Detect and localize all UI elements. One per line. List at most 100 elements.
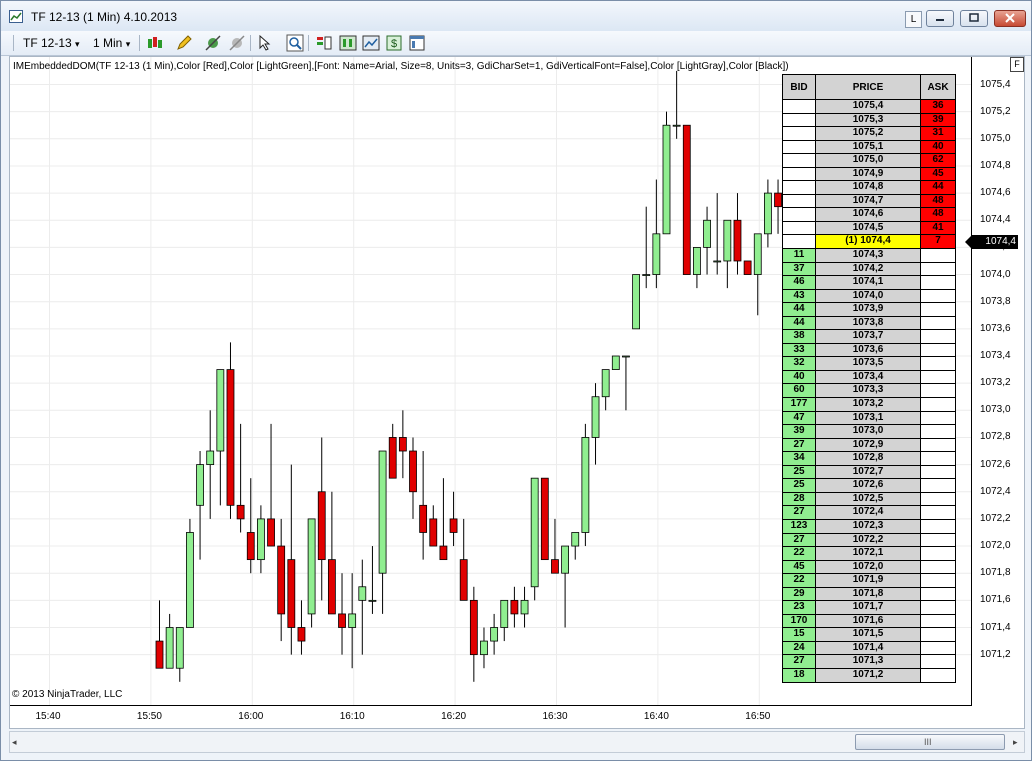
dom-ask-cell[interactable]	[921, 601, 956, 615]
dom-row[interactable]: 46 1074,1	[782, 276, 956, 290]
dom-row[interactable]: 34 1072,8	[782, 452, 956, 466]
dom-price-cell[interactable]: 1072,0	[816, 560, 921, 575]
dom-price-cell[interactable]: 1072,8	[816, 452, 921, 466]
dom-bid-cell[interactable]: 33	[782, 343, 816, 358]
dom-ask-cell[interactable]	[921, 655, 956, 669]
dom-ask-cell[interactable]	[921, 560, 956, 575]
dom-price-cell[interactable]: 1073,9	[816, 303, 921, 317]
dom-row[interactable]: 44 1073,8	[782, 316, 956, 331]
dom-bid-cell[interactable]: 37	[782, 262, 816, 277]
dom-ask-cell[interactable]	[921, 452, 956, 466]
dom-ask-cell[interactable]: 41	[921, 221, 956, 236]
dom-bid-cell[interactable]: 44	[782, 303, 816, 317]
dom-bid-cell[interactable]: 32	[782, 357, 816, 371]
dom-price-cell[interactable]: 1074,5	[816, 221, 921, 236]
dom-ask-cell[interactable]	[921, 289, 956, 304]
dom-bid-cell[interactable]	[782, 181, 816, 195]
dom-row[interactable]: 15 1071,5	[782, 628, 956, 642]
dom-price-cell[interactable]: 1072,4	[816, 506, 921, 520]
minimize-button[interactable]	[926, 10, 954, 27]
horizontal-scrollbar[interactable]: ◂ III ▸	[9, 731, 1025, 753]
dom-row[interactable]: 27 1071,3	[782, 655, 956, 669]
dom-ask-cell[interactable]	[921, 641, 956, 656]
dom-bid-cell[interactable]	[782, 127, 816, 141]
dom-bid-cell[interactable]: 47	[782, 411, 816, 426]
dom-row[interactable]: 38 1073,7	[782, 330, 956, 344]
dom-bid-cell[interactable]: 170	[782, 614, 816, 629]
dom-ask-cell[interactable]	[921, 425, 956, 439]
dom-ask-cell[interactable]	[921, 303, 956, 317]
dom-bid-cell[interactable]: 25	[782, 465, 816, 480]
instrument-selector[interactable]: TF 12-13 ▾	[23, 34, 80, 52]
dom-price-cell[interactable]: 1075,0	[816, 154, 921, 168]
dom-ask-cell[interactable]	[921, 370, 956, 385]
dom-ask-cell[interactable]: 44	[921, 181, 956, 195]
dom-ask-cell[interactable]	[921, 465, 956, 480]
dom-price-cell[interactable]: 1072,2	[816, 533, 921, 548]
dom-price-cell[interactable]: 1072,1	[816, 547, 921, 561]
dom-ask-cell[interactable]: 39	[921, 113, 956, 128]
chart-trader-icon[interactable]	[315, 34, 333, 52]
dom-bid-cell[interactable]: 22	[782, 547, 816, 561]
dom-ask-cell[interactable]	[921, 330, 956, 344]
dom-price-cell[interactable]: 1073,0	[816, 425, 921, 439]
chart-style-icon[interactable]	[362, 34, 380, 52]
dom-row[interactable]: 1074,6 48	[782, 208, 956, 222]
dom-bid-cell[interactable]: 24	[782, 641, 816, 656]
dom-bid-cell[interactable]: 11	[782, 249, 816, 263]
dom-bid-cell[interactable]: 46	[782, 276, 816, 290]
dom-price-cell[interactable]: 1075,3	[816, 113, 921, 128]
dom-bid-cell[interactable]: 27	[782, 506, 816, 520]
dom-price-cell[interactable]: 1071,6	[816, 614, 921, 629]
scroll-right-icon[interactable]: ▸	[1013, 737, 1018, 748]
dom-price-cell[interactable]: 1074,7	[816, 194, 921, 209]
dom-price-cell[interactable]: 1072,9	[816, 438, 921, 453]
dom-price-cell[interactable]: 1071,8	[816, 587, 921, 602]
zoom-icon[interactable]	[286, 34, 304, 52]
dom-price-cell[interactable]: 1071,3	[816, 655, 921, 669]
dom-row[interactable]: (1) 1074,4 7	[782, 235, 956, 250]
dom-bid-cell[interactable]	[782, 154, 816, 168]
dom-price-cell[interactable]: 1074,0	[816, 289, 921, 304]
dom-bid-cell[interactable]	[782, 208, 816, 222]
dom-row[interactable]: 177 1073,2	[782, 398, 956, 412]
dom-row[interactable]: 11 1074,3	[782, 249, 956, 263]
dom-price-cell[interactable]: 1072,5	[816, 492, 921, 507]
dom-ask-cell[interactable]	[921, 492, 956, 507]
dom-row[interactable]: 47 1073,1	[782, 411, 956, 426]
title-bar[interactable]: TF 12-13 (1 Min) 4.10.2013 L	[1, 1, 1031, 31]
dom-ask-cell[interactable]	[921, 357, 956, 371]
dom-row[interactable]: 37 1074,2	[782, 262, 956, 277]
dom-bid-cell[interactable]: 25	[782, 479, 816, 493]
dom-price-cell[interactable]: 1071,7	[816, 601, 921, 615]
cursor-pointer-icon[interactable]	[256, 34, 274, 52]
dom-row[interactable]: 33 1073,6	[782, 343, 956, 358]
dom-bid-cell[interactable]: 27	[782, 438, 816, 453]
dom-price-cell[interactable]: 1071,4	[816, 641, 921, 656]
dom-row[interactable]: 45 1072,0	[782, 560, 956, 575]
dom-row[interactable]: 1075,1 40	[782, 140, 956, 155]
dom-ask-cell[interactable]	[921, 506, 956, 520]
dom-ask-cell[interactable]: 48	[921, 194, 956, 209]
layout-button[interactable]: L	[905, 11, 922, 28]
dom-row[interactable]: 22 1072,1	[782, 547, 956, 561]
dom-row[interactable]: 123 1072,3	[782, 519, 956, 534]
dom-row[interactable]: 43 1074,0	[782, 289, 956, 304]
strategy-icon[interactable]	[228, 34, 246, 52]
dom-price-cell[interactable]: 1073,6	[816, 343, 921, 358]
dom-bid-cell[interactable]: 28	[782, 492, 816, 507]
dom-price-cell[interactable]: 1073,1	[816, 411, 921, 426]
dom-row[interactable]: 1074,5 41	[782, 221, 956, 236]
dom-price-cell[interactable]: 1073,4	[816, 370, 921, 385]
price-axis[interactable]: 1075,4 1075,2 1075,0 1074,8 1074,6 1074,4 1074…	[971, 57, 1025, 705]
dom-ask-cell[interactable]	[921, 316, 956, 331]
dom-price-cell[interactable]: 1072,3	[816, 519, 921, 534]
dom-bid-cell[interactable]: 34	[782, 452, 816, 466]
dom-bid-cell[interactable]: 40	[782, 370, 816, 385]
dom-price-cell[interactable]: 1071,2	[816, 668, 921, 683]
dom-row[interactable]: 1074,9 45	[782, 167, 956, 182]
interval-selector[interactable]: 1 Min ▾	[93, 34, 130, 52]
dom-price-cell[interactable]: 1074,3	[816, 249, 921, 263]
money-icon[interactable]: $	[385, 34, 403, 52]
dom-price-cell[interactable]: 1074,1	[816, 276, 921, 290]
